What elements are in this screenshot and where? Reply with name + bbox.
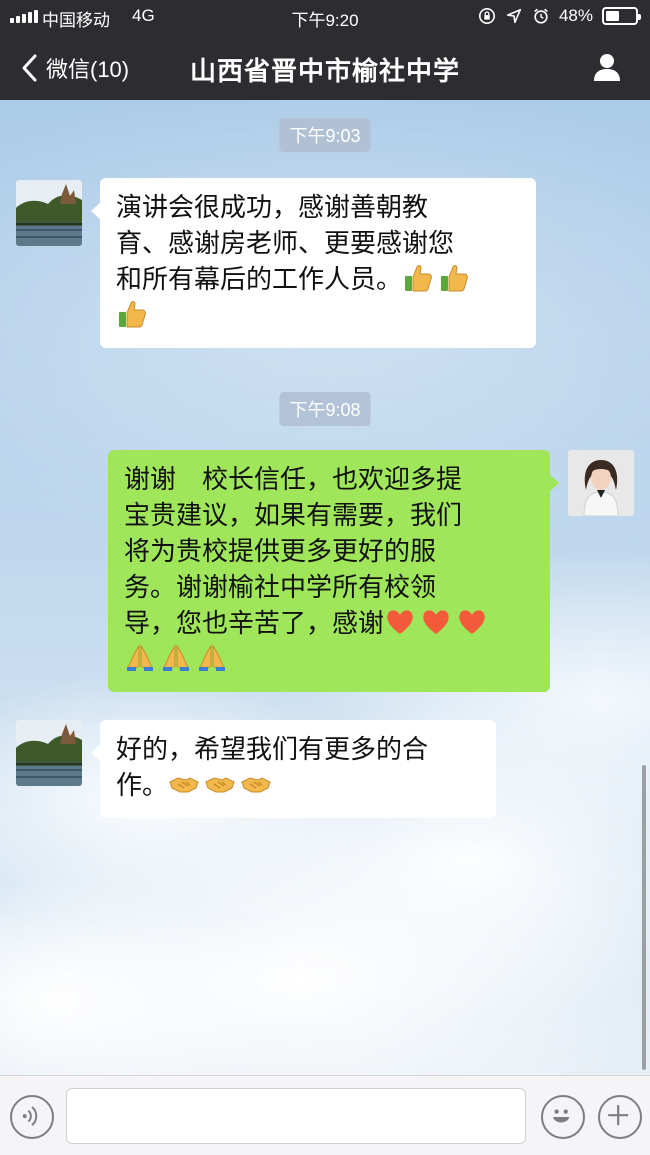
timestamp: 下午9:03 bbox=[279, 118, 371, 152]
chat-title: 山西省晋中市榆社中学 bbox=[189, 57, 460, 87]
message-line: 谢谢 校长信任，也欢迎多提 bbox=[124, 465, 463, 495]
heart-icon bbox=[423, 610, 449, 634]
folded-hands-icon bbox=[127, 644, 153, 671]
emoji-button[interactable] bbox=[541, 1095, 585, 1139]
message-list[interactable]: 下午9:03 演讲会很成功，感谢善朝教 育、感谢房老师、更要感谢您 和所有幕后的… bbox=[0, 100, 650, 1075]
message-line: 作。 bbox=[116, 768, 480, 804]
message-bubble-sent[interactable]: 谢谢 校长信任，也欢迎多提 宝贵建议，如果有需要，我们 将为贵校提供更多更好的服… bbox=[108, 450, 559, 692]
heart-icon bbox=[459, 610, 485, 634]
battery-percent: 48% bbox=[558, 6, 593, 25]
woman-portrait-avatar[interactable] bbox=[568, 450, 634, 516]
message-line: 务。谢谢榆社中学所有校领 bbox=[124, 573, 437, 603]
message-line: 育、感谢房老师、更要感谢您 bbox=[116, 229, 455, 259]
thumbs-up-icon bbox=[119, 301, 146, 328]
message-line: 导，您也辛苦了，感谢 bbox=[124, 606, 534, 642]
message-line: 和所有幕后的工作人员。 bbox=[116, 262, 520, 298]
plus-icon bbox=[608, 1105, 629, 1126]
status-bar: 中国移动 4G 下午9:20 48% bbox=[0, 0, 650, 34]
smiley-icon bbox=[553, 1109, 570, 1123]
message-line: 宝贵建议，如果有需要，我们 bbox=[124, 501, 463, 531]
message-input[interactable] bbox=[66, 1088, 526, 1144]
more-button[interactable] bbox=[598, 1095, 642, 1139]
folded-hands-icon bbox=[199, 644, 225, 671]
handshake-icon bbox=[205, 777, 235, 793]
input-bar bbox=[0, 1075, 650, 1155]
message-bubble-received[interactable]: 演讲会很成功，感谢善朝教 育、感谢房老师、更要感谢您 和所有幕后的工作人员。 bbox=[91, 178, 536, 348]
landscape-avatar[interactable] bbox=[16, 720, 82, 786]
folded-hands-icon bbox=[163, 644, 189, 671]
timestamp: 下午9:08 bbox=[279, 392, 371, 426]
landscape-avatar[interactable] bbox=[16, 180, 82, 246]
handshake-icon bbox=[169, 777, 199, 793]
voice-button[interactable] bbox=[10, 1095, 54, 1139]
message-line: 好的，希望我们有更多的合 bbox=[116, 735, 429, 765]
battery-level bbox=[606, 11, 620, 21]
message-line bbox=[116, 298, 520, 334]
voice-icon bbox=[22, 1106, 38, 1126]
scrollbar[interactable] bbox=[642, 765, 646, 1070]
nav-bar: 微信(10) 山西省晋中市榆社中学 bbox=[0, 34, 650, 100]
orientation-lock-icon bbox=[478, 7, 495, 25]
battery-icon bbox=[602, 7, 641, 25]
alarm-icon bbox=[534, 8, 548, 24]
message-bubble-received[interactable]: 好的，希望我们有更多的合 作。 bbox=[91, 720, 496, 818]
heart-icon bbox=[387, 610, 413, 634]
handshake-icon bbox=[241, 777, 271, 793]
thumbs-up-icon bbox=[441, 265, 468, 292]
message-line: 将为贵校提供更多更好的服 bbox=[124, 537, 437, 567]
location-icon bbox=[506, 8, 522, 24]
person-icon[interactable] bbox=[592, 52, 622, 82]
message-line: 演讲会很成功，感谢善朝教 bbox=[116, 193, 429, 223]
thumbs-up-icon bbox=[405, 265, 432, 292]
message-line bbox=[124, 642, 534, 678]
